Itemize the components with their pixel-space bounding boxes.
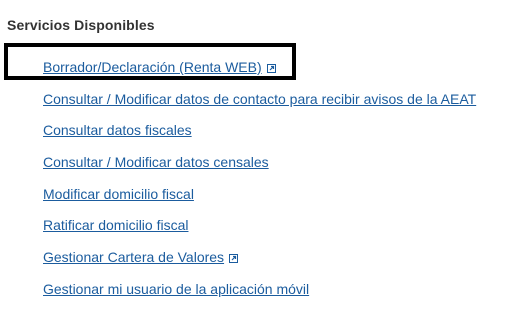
usuario-app-movil-link[interactable]: Gestionar mi usuario de la aplicación mó… [43,281,309,297]
service-item-datos-censales: Consultar / Modificar datos censales [43,153,269,171]
external-link-icon[interactable] [266,64,276,73]
datos-contacto-link[interactable]: Consultar / Modificar datos de contacto … [43,91,476,107]
datos-fiscales-link[interactable]: Consultar datos fiscales [43,122,192,138]
service-item-modificar-domicilio: Modificar domicilio fiscal [43,185,194,203]
modificar-domicilio-link[interactable]: Modificar domicilio fiscal [43,186,194,202]
ratificar-domicilio-link[interactable]: Ratificar domicilio fiscal [43,217,188,233]
service-item-datos-contacto: Consultar / Modificar datos de contacto … [43,90,476,108]
service-item-ratificar-domicilio: Ratificar domicilio fiscal [43,216,188,234]
cartera-valores-link[interactable]: Gestionar Cartera de Valores [43,249,224,265]
service-item-cartera-valores: Gestionar Cartera de Valores [43,248,239,266]
service-item-borrador: Borrador/Declaración (Renta WEB) [43,58,276,76]
datos-censales-link[interactable]: Consultar / Modificar datos censales [43,154,269,170]
service-item-usuario-app-movil: Gestionar mi usuario de la aplicación mó… [43,280,309,298]
section-title: Servicios Disponibles [7,17,155,33]
external-link-icon[interactable] [229,254,239,263]
borrador-declaracion-link[interactable]: Borrador/Declaración (Renta WEB) [43,59,262,75]
service-item-datos-fiscales: Consultar datos fiscales [43,121,192,139]
